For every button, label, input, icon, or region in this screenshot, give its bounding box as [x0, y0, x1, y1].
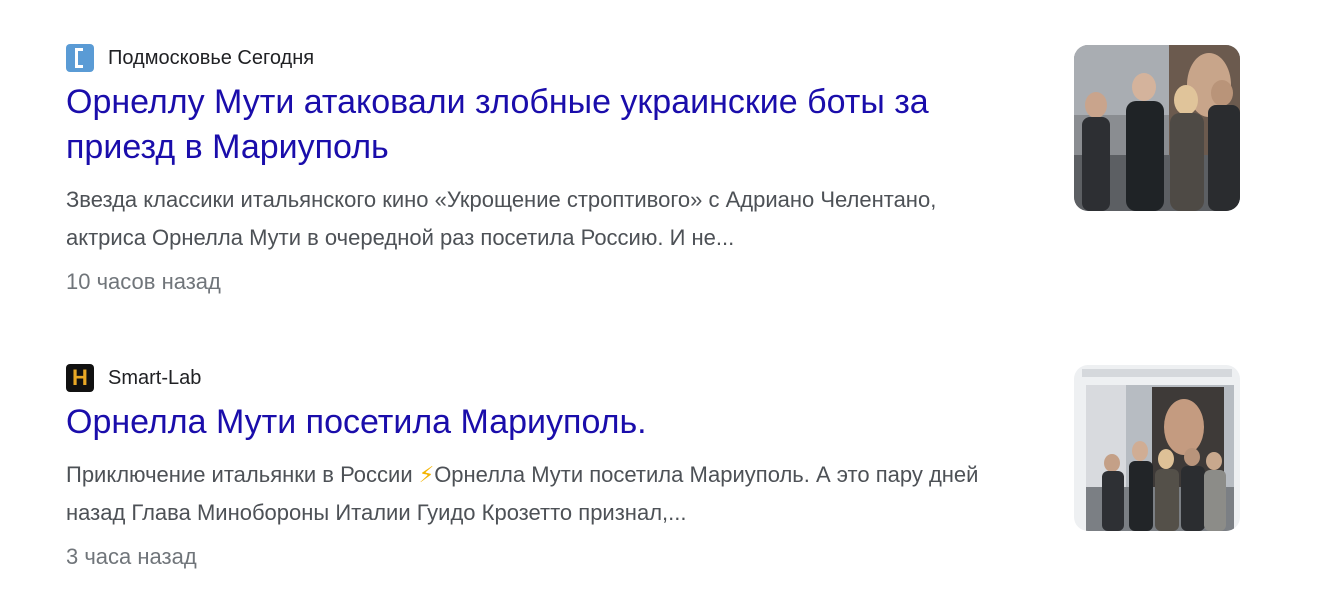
- smartlab-favicon-icon: H: [66, 364, 94, 392]
- news-result: H Smart-Lab Орнелла Мути посетила Мариуп…: [66, 363, 1242, 572]
- result-thumbnail[interactable]: [1074, 365, 1240, 531]
- thumbnail-image: [1074, 45, 1240, 211]
- result-title-link[interactable]: Орнелла Мути посетила Мариуполь.: [66, 400, 996, 445]
- source-row[interactable]: H Smart-Lab: [66, 363, 1242, 393]
- lightning-icon: ⚡: [418, 462, 435, 487]
- podmoskovye-favicon-icon: [66, 44, 94, 72]
- result-title-link[interactable]: Орнеллу Мути атаковали злобные украински…: [66, 80, 996, 170]
- source-name: Smart-Lab: [108, 366, 202, 389]
- source-name: Подмосковье Сегодня: [108, 46, 315, 69]
- result-snippet: Звезда классики итальянского кино «Укрощ…: [66, 187, 937, 250]
- news-result: Подмосковье Сегодня Орнеллу Мути атакова…: [66, 43, 1242, 297]
- thumbnail-image: [1074, 365, 1240, 531]
- result-timestamp: 3 часа назад: [66, 544, 197, 569]
- source-row[interactable]: Подмосковье Сегодня: [66, 43, 1242, 73]
- result-thumbnail[interactable]: [1074, 45, 1240, 211]
- result-snippet: Приключение итальянки в России ⚡Орнелла …: [66, 462, 979, 525]
- result-timestamp: 10 часов назад: [66, 269, 221, 294]
